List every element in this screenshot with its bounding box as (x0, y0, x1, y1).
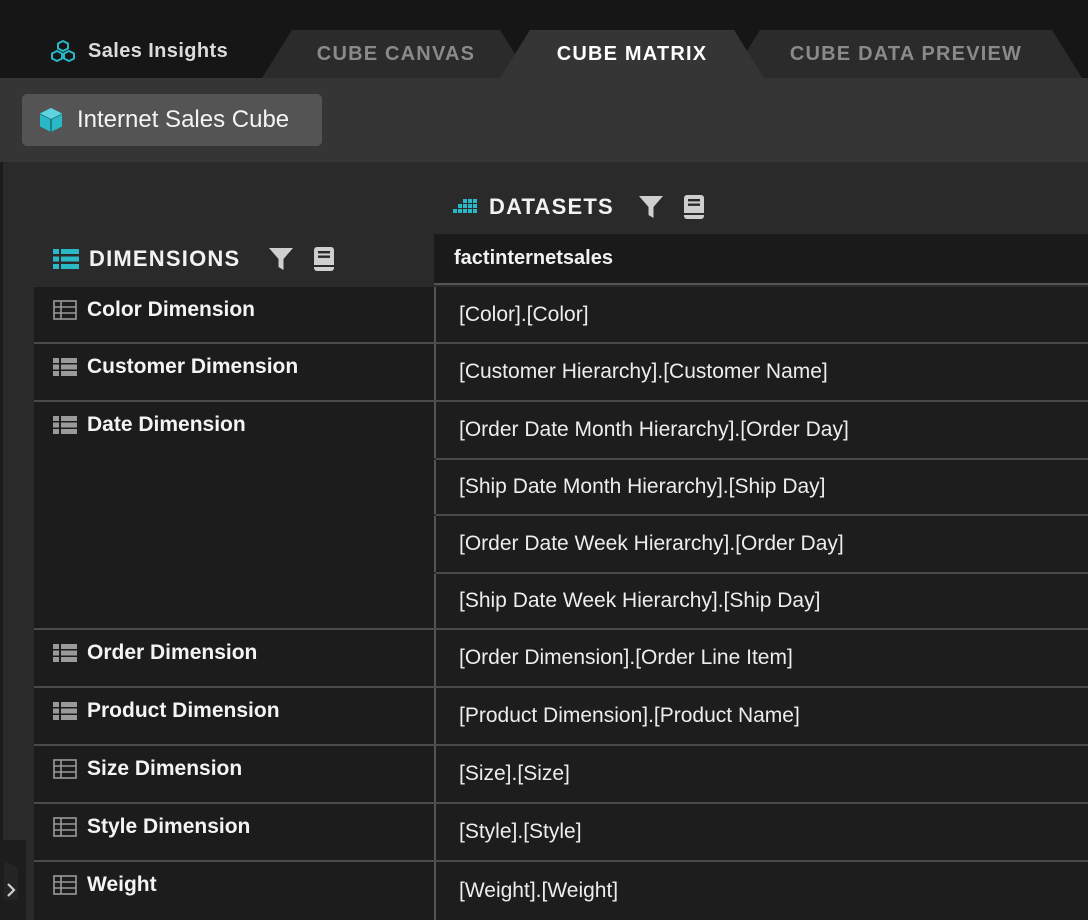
cube-icon (38, 107, 64, 133)
dimension-name: Product Dimension (87, 699, 280, 722)
mapping-value: [Ship Date Month Hierarchy].[Ship Day] (459, 475, 826, 498)
datasets-title: DATASETS (489, 194, 614, 219)
datasets-grid-icon (453, 197, 479, 217)
notebook-icon[interactable] (312, 246, 336, 272)
app-brand[interactable]: Sales Insights (50, 39, 228, 63)
matrix-cell[interactable]: [Ship Date Month Hierarchy].[Ship Day] (434, 460, 1088, 514)
tab-cube-data-preview-label: CUBE DATA PREVIEW (789, 42, 1023, 65)
row-divider (34, 860, 1088, 862)
dimension-name: Color Dimension (87, 298, 256, 321)
row-divider (34, 686, 1088, 688)
matrix-cell[interactable]: [Color].[Color] (434, 287, 1088, 342)
tab-cube-canvas[interactable]: CUBE CANVAS (262, 30, 530, 78)
dimensions-title: DIMENSIONS (89, 246, 241, 271)
app-title: Sales Insights (88, 39, 229, 62)
dimension-row-order[interactable]: Order Dimension (34, 630, 434, 686)
dimension-row-product[interactable]: Product Dimension (34, 688, 434, 744)
matrix-cell[interactable]: [Order Date Week Hierarchy].[Order Day] (434, 516, 1088, 572)
mapping-value: [Order Dimension].[Order Line Item] (459, 646, 793, 669)
matrix-cell[interactable]: [Size].[Size] (434, 746, 1088, 802)
notebook-icon[interactable] (682, 194, 706, 220)
row-divider (34, 802, 1088, 804)
cubes-icon (50, 39, 76, 63)
mapping-value: [Order Date Month Hierarchy].[Order Day] (459, 418, 849, 441)
dimension-name: Order Dimension (87, 641, 258, 664)
row-divider (34, 342, 1088, 344)
top-navigation-bar: Sales Insights CUBE CANVAS CUBE DATA PRE… (0, 0, 1088, 78)
mapping-value: [Weight].[Weight] (459, 879, 619, 902)
mapping-value: [Order Date Week Hierarchy].[Order Day] (459, 532, 844, 555)
table-icon (53, 875, 77, 895)
chevron-right-icon (4, 860, 18, 900)
dimensions-list-icon (53, 248, 79, 270)
row-divider (34, 400, 1088, 402)
filter-icon[interactable] (638, 194, 664, 220)
mapping-value: [Color].[Color] (459, 302, 589, 326)
tab-cube-matrix-label: CUBE MATRIX (556, 42, 708, 65)
dimension-name: Date Dimension (87, 413, 246, 436)
cube-toolbar: Internet Sales Cube (0, 78, 1088, 162)
dimension-row-color[interactable]: Color Dimension (34, 287, 434, 342)
matrix-cell[interactable]: [Order Date Month Hierarchy].[Order Day] (434, 402, 1088, 458)
dimension-row-weight[interactable]: Weight (34, 862, 434, 920)
row-divider (436, 458, 1088, 460)
mapping-value: [Product Dimension].[Product Name] (459, 704, 800, 727)
mapping-value: [Style].[Style] (459, 820, 582, 843)
mapping-value: [Customer Hierarchy].[Customer Name] (459, 360, 828, 383)
dimension-name: Size Dimension (87, 757, 243, 780)
hierarchy-list-icon (53, 701, 77, 721)
dimension-row-customer[interactable]: Customer Dimension (34, 344, 434, 400)
matrix-cell[interactable]: [Weight].[Weight] (434, 862, 1088, 920)
row-divider (436, 514, 1088, 516)
row-divider (436, 572, 1088, 574)
table-icon (53, 300, 77, 320)
mapping-value: [Ship Date Week Hierarchy].[Ship Day] (459, 589, 821, 612)
dimension-row-size[interactable]: Size Dimension (34, 746, 434, 802)
dataset-column-name: factinternetsales (454, 247, 613, 269)
hierarchy-list-icon (53, 415, 77, 435)
dimension-row-date[interactable]: Date Dimension (34, 402, 434, 628)
dimensions-header: DIMENSIONS (53, 246, 336, 272)
hierarchy-list-icon (53, 357, 77, 377)
mapping-value: [Size].[Size] (459, 762, 570, 785)
matrix-cell[interactable]: [Order Dimension].[Order Line Item] (434, 630, 1088, 686)
dimension-name: Weight (87, 873, 157, 896)
filter-icon[interactable] (268, 246, 294, 272)
table-icon (53, 759, 77, 779)
dimension-name: Customer Dimension (87, 355, 299, 378)
tab-cube-matrix[interactable]: CUBE MATRIX (500, 30, 764, 78)
matrix-cell[interactable]: [Style].[Style] (434, 804, 1088, 860)
row-divider (34, 744, 1088, 746)
tab-cube-canvas-label: CUBE CANVAS (316, 42, 476, 65)
matrix-cell[interactable]: [Product Dimension].[Product Name] (434, 688, 1088, 744)
row-divider (34, 628, 1088, 630)
matrix-cell[interactable]: [Customer Hierarchy].[Customer Name] (434, 344, 1088, 400)
table-icon (53, 817, 77, 837)
dataset-column-header[interactable]: factinternetsales (434, 234, 1088, 285)
datasets-header: DATASETS (453, 194, 706, 220)
tab-cube-data-preview[interactable]: CUBE DATA PREVIEW (730, 30, 1082, 78)
sidebar-toggle-button[interactable] (0, 840, 26, 920)
panel-edge (0, 162, 3, 920)
cube-name: Internet Sales Cube (77, 106, 290, 133)
matrix-cell[interactable]: [Ship Date Week Hierarchy].[Ship Day] (434, 574, 1088, 628)
dimension-row-style[interactable]: Style Dimension (34, 804, 434, 860)
dimension-name: Style Dimension (87, 815, 251, 838)
hierarchy-list-icon (53, 643, 77, 663)
cube-selector-button[interactable]: Internet Sales Cube (22, 94, 322, 146)
